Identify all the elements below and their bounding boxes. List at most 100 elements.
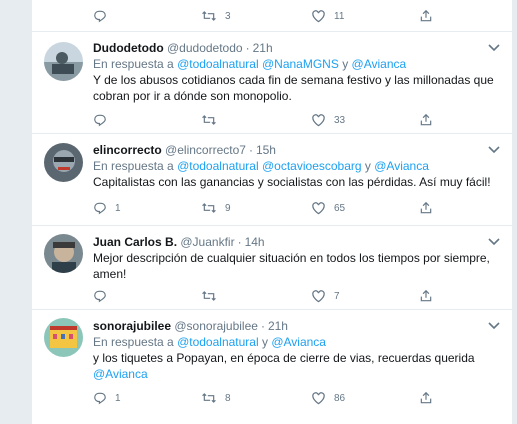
tweet-body: Juan Carlos B. @Juankfir · 14h Mejor descr…	[93, 234, 498, 282]
tweet-header: Juan Carlos B. @Juankfir · 14h	[93, 234, 498, 250]
like-count: 86	[334, 392, 346, 404]
mention-link[interactable]: @octavioescobarg	[262, 159, 362, 173]
retweet-button[interactable]	[201, 288, 217, 304]
username[interactable]: @dudodetodo	[167, 41, 243, 55]
mention-link[interactable]: @Avianca	[374, 159, 429, 173]
share-icon	[420, 201, 432, 214]
tweet-text: Y de los abusos cotidianos cada fin de s…	[93, 73, 494, 103]
display-name[interactable]: elincorrecto	[93, 143, 162, 157]
display-name[interactable]: Juan Carlos B.	[93, 235, 177, 249]
like-icon	[312, 202, 325, 215]
reply-context: En respuesta a @todoalnatural @octavioes…	[93, 158, 498, 174]
retweet-button[interactable]: 8	[201, 390, 231, 406]
share-button[interactable]	[419, 200, 433, 216]
mention-link[interactable]: @todoalnatural	[177, 335, 259, 349]
mention-link[interactable]: @todoalnatural	[177, 159, 259, 173]
mention-link[interactable]: @Avianca	[93, 367, 148, 381]
timestamp[interactable]: 14h	[245, 235, 265, 249]
like-count: 7	[334, 290, 340, 302]
action-bar: 7	[93, 288, 453, 304]
reply-button[interactable]	[93, 288, 107, 304]
separator: ·	[260, 319, 265, 333]
username[interactable]: @sonorajubilee	[174, 319, 258, 333]
reply-icon	[94, 392, 106, 405]
share-button[interactable]	[419, 112, 433, 128]
retweet-count: 9	[225, 202, 231, 214]
chevron-down-icon[interactable]	[488, 238, 500, 246]
like-button[interactable]: 7	[311, 288, 340, 304]
reply-button[interactable]: 1	[93, 390, 121, 406]
like-count: 65	[334, 202, 346, 214]
reply-button[interactable]: 1	[93, 200, 121, 216]
retweet-icon	[202, 393, 216, 403]
like-button[interactable]: 65	[311, 200, 345, 216]
tweet-body: Dudodetodo @dudodetodo · 21h En respuesta …	[93, 40, 498, 104]
retweet-icon	[202, 291, 216, 301]
action-bar: 1 8 86	[93, 390, 453, 406]
reply-prefix: En respuesta a	[93, 335, 174, 349]
like-button[interactable]: 33	[311, 112, 345, 128]
share-icon	[420, 113, 432, 126]
tweet-text: y los tiquetes a Popayan, en época de ci…	[93, 350, 498, 382]
share-icon	[420, 9, 432, 22]
share-button[interactable]	[419, 390, 433, 406]
share-button[interactable]	[419, 288, 433, 304]
mention-link[interactable]: @Avianca	[271, 335, 326, 349]
like-icon	[312, 114, 325, 127]
tweet[interactable]: Dudodetodo @dudodetodo · 21h En respuesta …	[32, 32, 512, 134]
reply-icon	[94, 114, 106, 127]
tweet-text: Capitalistas con las ganancias y sociali…	[93, 175, 491, 189]
reply-button[interactable]	[93, 8, 107, 24]
retweet-button[interactable]: 9	[201, 200, 231, 216]
previous-tweet-actions: 3 11	[32, 0, 512, 32]
like-button[interactable]: 86	[311, 390, 345, 406]
chevron-down-icon[interactable]	[488, 322, 500, 330]
reply-joiner: y	[342, 57, 349, 71]
separator: ·	[237, 235, 242, 249]
reply-button[interactable]	[93, 112, 107, 128]
retweet-icon	[202, 115, 216, 125]
tweet-text-content: y los tiquetes a Popayan, en época de ci…	[93, 351, 475, 365]
username[interactable]: @Juankfir	[180, 235, 234, 249]
tweet[interactable]: sonorajubilee @sonorajubilee · 21h En resp…	[32, 310, 512, 424]
display-name[interactable]: sonorajubilee	[93, 319, 171, 333]
chevron-down-icon[interactable]	[488, 146, 500, 154]
share-button[interactable]	[419, 8, 433, 24]
avatar[interactable]	[44, 318, 83, 357]
mention-link[interactable]: @NanaMGNS	[262, 57, 339, 71]
username[interactable]: @elincorrecto7	[165, 143, 246, 157]
like-icon	[312, 10, 325, 23]
chevron-down-icon[interactable]	[488, 44, 500, 52]
mention-link[interactable]: @Avianca	[352, 57, 407, 71]
reply-count: 1	[115, 202, 121, 214]
reply-icon	[94, 202, 106, 215]
action-bar: 33	[93, 112, 453, 128]
share-icon	[420, 289, 432, 302]
reply-joiner: y	[261, 335, 268, 349]
like-count: 11	[334, 10, 345, 22]
avatar[interactable]	[44, 234, 83, 273]
mention-link[interactable]: @todoalnatural	[177, 57, 259, 71]
tweet-body: sonorajubilee @sonorajubilee · 21h En resp…	[93, 318, 498, 382]
timestamp[interactable]: 21h	[268, 319, 288, 333]
avatar[interactable]	[44, 143, 83, 182]
display-name[interactable]: Dudodetodo	[93, 41, 164, 55]
tweet[interactable]: Juan Carlos B. @Juankfir · 14h Mejor descr…	[32, 226, 512, 310]
like-icon	[312, 290, 325, 303]
tweet-text: Mejor descripción de cualquier situación…	[93, 251, 490, 281]
like-button[interactable]: 11	[311, 8, 344, 24]
retweet-count: 3	[225, 10, 231, 22]
timestamp[interactable]: 21h	[253, 41, 273, 55]
reply-icon	[94, 10, 106, 23]
like-count: 33	[334, 114, 346, 126]
retweet-button[interactable]: 3	[201, 8, 231, 24]
tweet[interactable]: elincorrecto @elincorrecto7 · 15h En respu…	[32, 134, 512, 226]
avatar[interactable]	[44, 42, 83, 81]
retweet-button[interactable]	[201, 112, 217, 128]
separator: ·	[248, 143, 253, 157]
action-bar: 1 9 65	[93, 200, 453, 216]
tweet-header: elincorrecto @elincorrecto7 · 15h	[93, 142, 498, 158]
retweet-icon	[202, 11, 216, 21]
retweet-icon	[202, 203, 216, 213]
timestamp[interactable]: 15h	[256, 143, 276, 157]
